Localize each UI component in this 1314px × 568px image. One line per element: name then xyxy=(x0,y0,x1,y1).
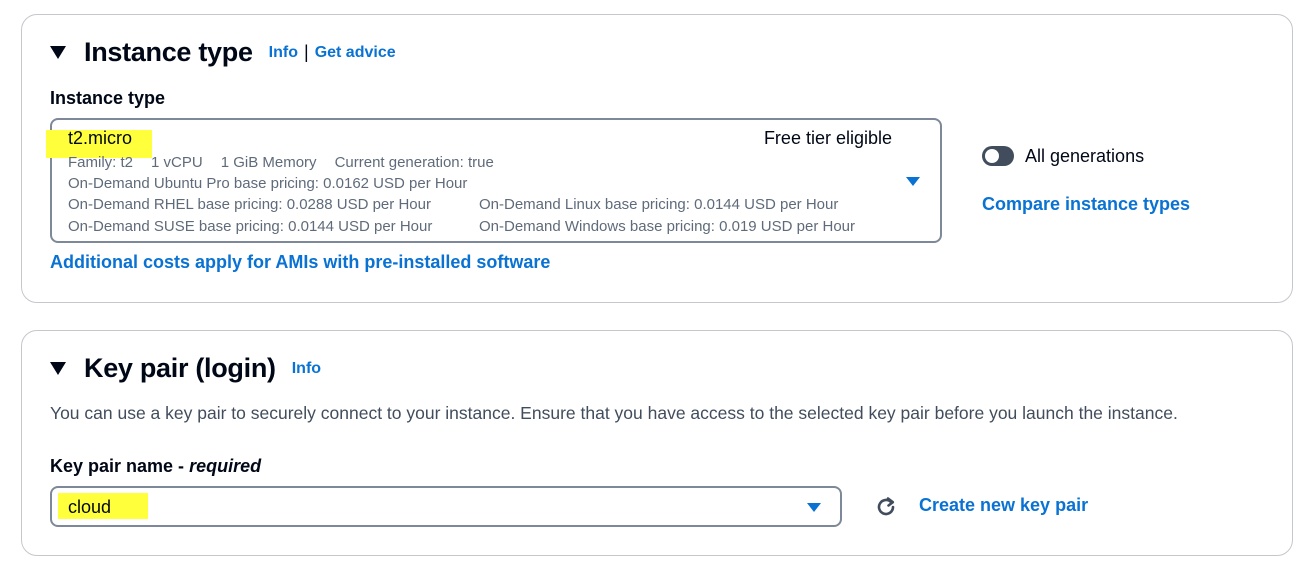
instance-type-select[interactable]: t2.micro Free tier eligible Family: t2 1 … xyxy=(46,118,942,243)
toggle-knob xyxy=(985,149,999,163)
ubuntu-pricing: On-Demand Ubuntu Pro base pricing: 0.016… xyxy=(68,175,468,192)
linux-pricing: On-Demand Linux base pricing: 0.0144 USD… xyxy=(479,196,839,213)
additional-costs-link[interactable]: Additional costs apply for AMIs with pre… xyxy=(50,252,550,273)
link-separator: | xyxy=(304,42,309,62)
suse-pricing: On-Demand SUSE base pricing: 0.0144 USD … xyxy=(68,218,433,235)
instance-type-label: Instance type xyxy=(50,88,166,108)
key-pair-select[interactable]: cloud xyxy=(50,486,842,527)
dropdown-caret-icon xyxy=(807,503,821,512)
all-generations-toggle[interactable] xyxy=(982,146,1014,166)
refresh-icon[interactable] xyxy=(874,495,898,519)
create-new-key-pair-link[interactable]: Create new key pair xyxy=(919,495,1088,516)
key-pair-description: You can use a key pair to securely conne… xyxy=(50,403,1178,423)
selected-key-pair: cloud xyxy=(68,497,112,517)
instance-type-panel: Instance type Info | Get advice Instance… xyxy=(21,14,1293,303)
required-text: required xyxy=(189,456,262,476)
collapse-caret-icon[interactable] xyxy=(50,362,66,375)
section-title: Instance type xyxy=(84,37,253,67)
generation-text: Current generation: true xyxy=(334,154,494,171)
label-text: Key pair name - xyxy=(50,456,190,476)
all-generations-label: All generations xyxy=(1025,146,1145,166)
key-pair-header: Key pair (login) Info xyxy=(50,353,321,384)
instance-type-header: Instance type Info | Get advice xyxy=(50,37,396,68)
windows-pricing: On-Demand Windows base pricing: 0.019 US… xyxy=(479,218,856,235)
selected-instance-name: t2.micro xyxy=(68,128,133,148)
memory-text: 1 GiB Memory xyxy=(220,154,317,171)
get-advice-link[interactable]: Get advice xyxy=(315,44,396,62)
key-pair-name-label: Key pair name - required xyxy=(50,456,261,477)
info-link[interactable]: Info xyxy=(292,360,321,378)
info-link[interactable]: Info xyxy=(269,44,298,62)
section-title: Key pair (login) xyxy=(84,353,276,383)
compare-instance-types-link[interactable]: Compare instance types xyxy=(982,194,1190,215)
collapse-caret-icon[interactable] xyxy=(50,46,66,59)
vcpu-text: 1 vCPU xyxy=(151,154,203,171)
rhel-pricing: On-Demand RHEL base pricing: 0.0288 USD … xyxy=(68,196,431,213)
key-pair-panel: Key pair (login) Info You can use a key … xyxy=(21,330,1293,556)
dropdown-caret-icon xyxy=(906,177,920,186)
free-tier-badge: Free tier eligible xyxy=(763,128,892,148)
instance-specs: Family: t2 1 vCPU 1 GiB Memory Current gene… xyxy=(68,154,512,171)
family-text: Family: t2 xyxy=(68,154,134,171)
